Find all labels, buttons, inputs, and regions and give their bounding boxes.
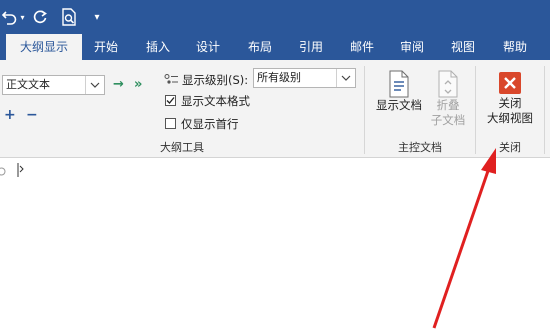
annotation-arrow: [432, 148, 496, 329]
